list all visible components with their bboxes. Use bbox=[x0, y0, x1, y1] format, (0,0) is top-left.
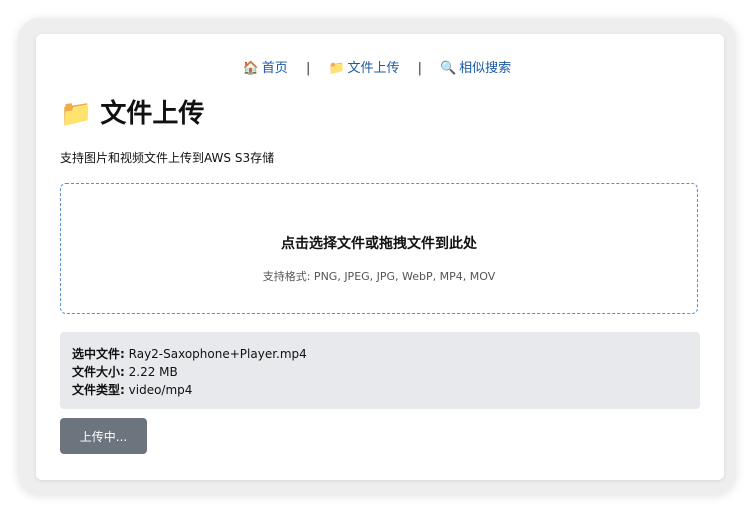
file-name-label: 选中文件: bbox=[72, 347, 125, 361]
page-title-text: 文件上传 bbox=[100, 99, 205, 129]
file-type-label: 文件类型: bbox=[72, 383, 125, 397]
file-name-value: Ray2-Saxophone+Player.mp4 bbox=[128, 347, 307, 361]
nav-link-search-label: 相似搜索 bbox=[459, 61, 512, 76]
upload-button[interactable]: 上传中... bbox=[60, 418, 147, 454]
page-subtitle: 支持图片和视频文件上传到AWS S3存储 bbox=[60, 151, 275, 165]
nav-link-home-label: 首页 bbox=[261, 61, 288, 76]
nav-separator: | bbox=[305, 61, 311, 76]
top-nav: 🏠 首页 | 📁 文件上传 | 🔍 相似搜索 bbox=[0, 60, 754, 78]
file-size-row: 文件大小: 2.22 MB bbox=[72, 363, 688, 381]
nav-separator: | bbox=[417, 61, 423, 76]
selected-file-info: 选中文件: Ray2-Saxophone+Player.mp4 文件大小: 2.… bbox=[60, 332, 700, 409]
nav-link-upload[interactable]: 📁 文件上传 bbox=[324, 61, 403, 76]
file-size-label: 文件大小: bbox=[72, 365, 125, 379]
magnifier-icon: 🔍 bbox=[440, 61, 457, 76]
folder-icon: 📁 bbox=[60, 99, 93, 129]
house-icon: 🏠 bbox=[242, 61, 259, 76]
nav-link-upload-label: 文件上传 bbox=[347, 61, 400, 76]
nav-link-search[interactable]: 🔍 相似搜索 bbox=[436, 61, 511, 76]
file-dropzone[interactable]: 点击选择文件或拖拽文件到此处 支持格式: PNG, JPEG, JPG, Web… bbox=[60, 183, 698, 314]
nav-link-home[interactable]: 🏠 首页 bbox=[243, 61, 292, 76]
file-name-row: 选中文件: Ray2-Saxophone+Player.mp4 bbox=[72, 345, 688, 363]
file-size-value: 2.22 MB bbox=[128, 365, 178, 379]
dropzone-format-hint: 支持格式: PNG, JPEG, JPG, WebP, MP4, MOV bbox=[262, 270, 496, 283]
folder-icon: 📁 bbox=[328, 61, 345, 76]
page-title: 📁 文件上传 bbox=[60, 96, 204, 132]
file-type-row: 文件类型: video/mp4 bbox=[72, 381, 688, 399]
dropzone-main-text: 点击选择文件或拖拽文件到此处 bbox=[281, 236, 477, 252]
file-type-value: video/mp4 bbox=[128, 383, 193, 397]
